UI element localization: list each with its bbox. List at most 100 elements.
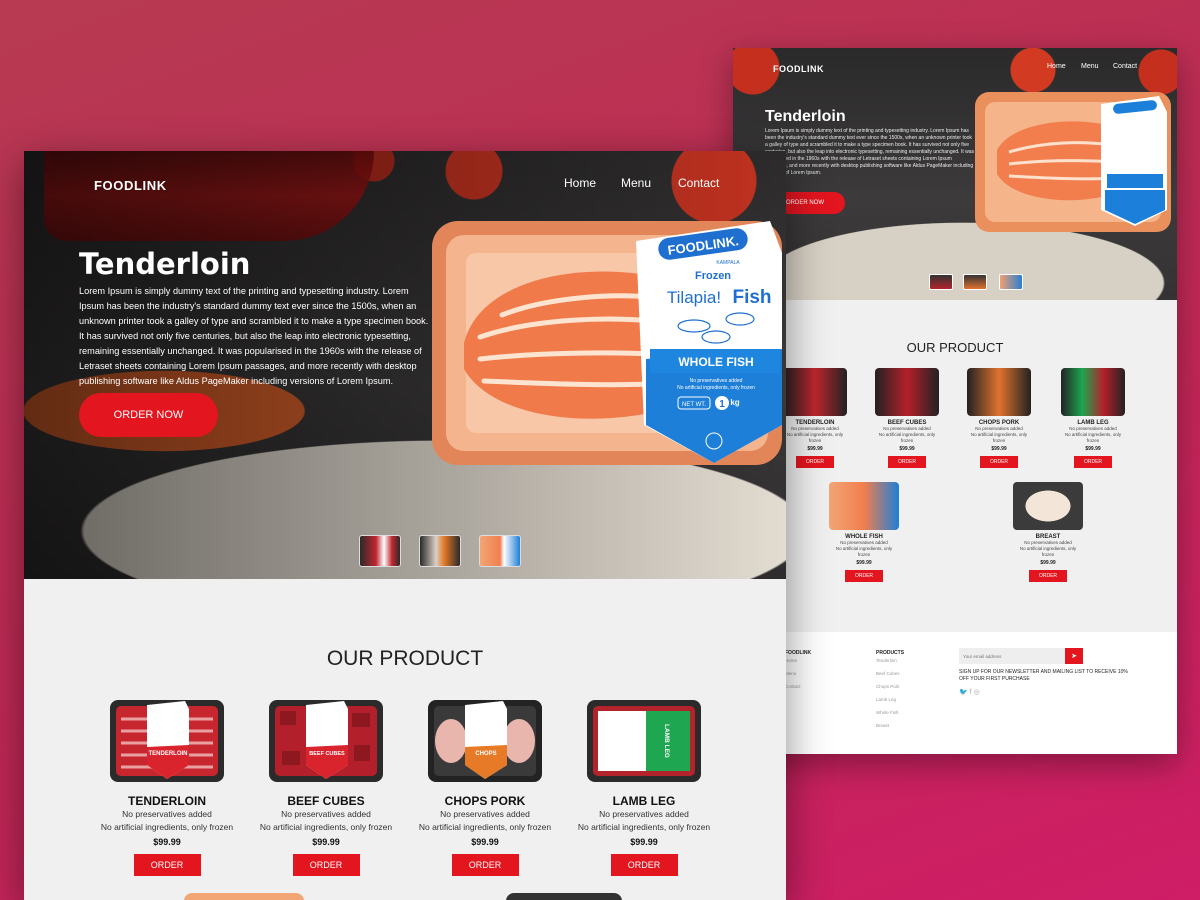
back-product-card: WHOLE FISH No preservatives added No art…: [829, 482, 899, 582]
product-name: CHOPS PORK: [444, 794, 526, 808]
package-name-1: Tilapia!: [667, 288, 721, 307]
footer-brand-links: Home Menu Contact: [785, 654, 801, 693]
back-nav-menu[interactable]: Menu: [1081, 63, 1099, 70]
facebook-icon[interactable]: f: [970, 689, 972, 696]
social-icons: 🐦 f ◎: [959, 688, 980, 696]
breast-package-image: [506, 893, 622, 900]
back-product-image: [1061, 368, 1125, 416]
product-card-tenderloin: TENDERLOIN TENDERLOIN No preservatives a…: [97, 699, 237, 876]
order-button[interactable]: ORDER: [610, 854, 678, 876]
back-nav-contact[interactable]: Contact: [1113, 63, 1137, 70]
back-product-price: $99.99: [1040, 560, 1056, 566]
product-price: $99.99: [312, 837, 340, 847]
order-button[interactable]: ORDER: [451, 854, 519, 876]
back-product-note: No artificial ingredients, only frozen: [878, 432, 936, 443]
slider-thumb-3[interactable]: [479, 535, 521, 567]
product-note: No artificial ingredients, only frozen: [100, 822, 234, 832]
package-note-2: No artificial ingredients, only frozen: [677, 385, 755, 391]
slider-thumb-2[interactable]: [419, 535, 461, 567]
back-product-price: $99.99: [991, 446, 1007, 452]
newsletter-text: SIGN UP FOR OUR NEWSLETTER AND MAILING L…: [959, 669, 1128, 682]
hero-description: Lorem Ipsum is simply dummy text of the …: [79, 286, 429, 386]
order-now-button[interactable]: ORDER NOW: [79, 393, 218, 437]
back-hero-title: Tenderloin: [765, 108, 846, 125]
package-note-1: No preservatives added: [690, 378, 743, 384]
newsletter-email-input[interactable]: [959, 648, 1065, 664]
slider-thumb-1[interactable]: [359, 535, 401, 567]
twitter-icon[interactable]: 🐦: [959, 689, 968, 696]
footer-link[interactable]: Whole Fish: [876, 706, 900, 719]
back-nav-home[interactable]: Home: [1047, 63, 1066, 70]
package-unit: kg: [730, 398, 739, 407]
footer-link[interactable]: Chops Pork: [876, 680, 900, 693]
product-note: No preservatives added: [440, 809, 530, 819]
back-product-price: $99.99: [807, 446, 823, 452]
footer-products-links: Tenderloin Beef Cubes Chops Pork Lamb Le…: [876, 654, 900, 732]
front-mockup: FOODLINK Home Menu Contact Tenderloin Lo…: [24, 151, 786, 900]
nav-menu[interactable]: Menu: [621, 176, 651, 190]
package-weight: 1: [719, 399, 725, 410]
back-mockup: FOODLINK Home Menu Contact Tenderloin Lo…: [733, 48, 1177, 754]
nav-home[interactable]: Home: [564, 176, 596, 190]
footer-link[interactable]: Breast: [876, 719, 900, 732]
footer-link[interactable]: Menu: [785, 667, 801, 680]
instagram-icon[interactable]: ◎: [974, 689, 980, 696]
back-logo[interactable]: FOODLINK: [773, 64, 824, 74]
back-product-note: No artificial ingredients, only frozen: [1064, 432, 1122, 443]
tenderloin-package-image: TENDERLOIN: [110, 700, 224, 782]
footer-link[interactable]: Home: [785, 654, 801, 667]
back-order-button[interactable]: ORDER: [845, 570, 883, 582]
back-order-button[interactable]: ORDER: [796, 456, 834, 468]
lamb-leg-package-image: LAMB LEG: [587, 700, 701, 782]
footer-link[interactable]: Beef Cubes: [876, 667, 900, 680]
back-product-image: [967, 368, 1031, 416]
back-footer: FOODLINK Home Menu Contact PRODUCTS Tend…: [733, 632, 1177, 754]
product-note: No artificial ingredients, only frozen: [577, 822, 711, 832]
footer-link[interactable]: Lamb Leg: [876, 693, 900, 706]
back-product-card: CHOPS PORK No preservatives added No art…: [967, 368, 1031, 468]
product-price: $99.99: [153, 837, 181, 847]
package-name-2: Fish: [732, 287, 771, 308]
back-order-button[interactable]: ORDER: [1074, 456, 1112, 468]
nav-contact[interactable]: Contact: [678, 176, 719, 190]
logo[interactable]: FOODLINK: [94, 178, 167, 193]
tenderloin-package-label: TENDERLOIN: [149, 751, 188, 757]
order-button[interactable]: ORDER: [292, 854, 360, 876]
footer-link[interactable]: Contact: [785, 680, 801, 693]
back-order-button[interactable]: ORDER: [1029, 570, 1067, 582]
product-name: BEEF CUBES: [287, 794, 365, 808]
product-card-chops-pork: CHOPS CHOPS PORK No preservatives added …: [415, 699, 555, 876]
section-title: OUR PRODUCT: [326, 647, 484, 670]
product-note: No artificial ingredients, only frozen: [259, 822, 393, 832]
product-price: $99.99: [630, 837, 658, 847]
back-fish-package-image: [975, 92, 1171, 232]
back-thumb-2[interactable]: [963, 274, 987, 290]
back-product-card: BREAST No preservatives added No artific…: [1013, 482, 1083, 582]
package-brand-sub: KAMPALA: [716, 260, 740, 266]
product-note: No preservatives added: [599, 809, 689, 819]
footer-link[interactable]: Tenderloin: [876, 654, 900, 667]
back-thumb-1[interactable]: [929, 274, 953, 290]
back-order-button[interactable]: ORDER: [888, 456, 926, 468]
back-product-price: $99.99: [856, 560, 872, 566]
back-order-button[interactable]: ORDER: [980, 456, 1018, 468]
back-product-image: [875, 368, 939, 416]
package-banner: WHOLE FISH: [678, 355, 753, 369]
product-note: No preservatives added: [122, 809, 212, 819]
back-product-price: $99.99: [1085, 446, 1101, 452]
back-product-note: No artificial ingredients, only frozen: [970, 432, 1028, 443]
lamb-leg-package-label: LAMB LEG: [663, 724, 670, 758]
beef-cubes-package-label: BEEF CUBES: [309, 751, 345, 757]
back-product-card: LAMB LEG No preservatives added No artif…: [1061, 368, 1125, 468]
whole-fish-package-image: [184, 893, 304, 900]
order-button[interactable]: ORDER: [133, 854, 201, 876]
product-note: No artificial ingredients, only frozen: [418, 822, 552, 832]
back-product-image: [829, 482, 899, 530]
chops-pork-package-label: CHOPS: [475, 751, 496, 757]
package-frozen: Frozen: [695, 270, 731, 282]
back-thumb-3[interactable]: [999, 274, 1023, 290]
product-note: No preservatives added: [281, 809, 371, 819]
back-product-note: No artificial ingredients, only frozen: [786, 432, 844, 443]
send-icon[interactable]: ➤: [1065, 648, 1083, 664]
back-product-note: No artificial ingredients, only frozen: [835, 546, 893, 557]
